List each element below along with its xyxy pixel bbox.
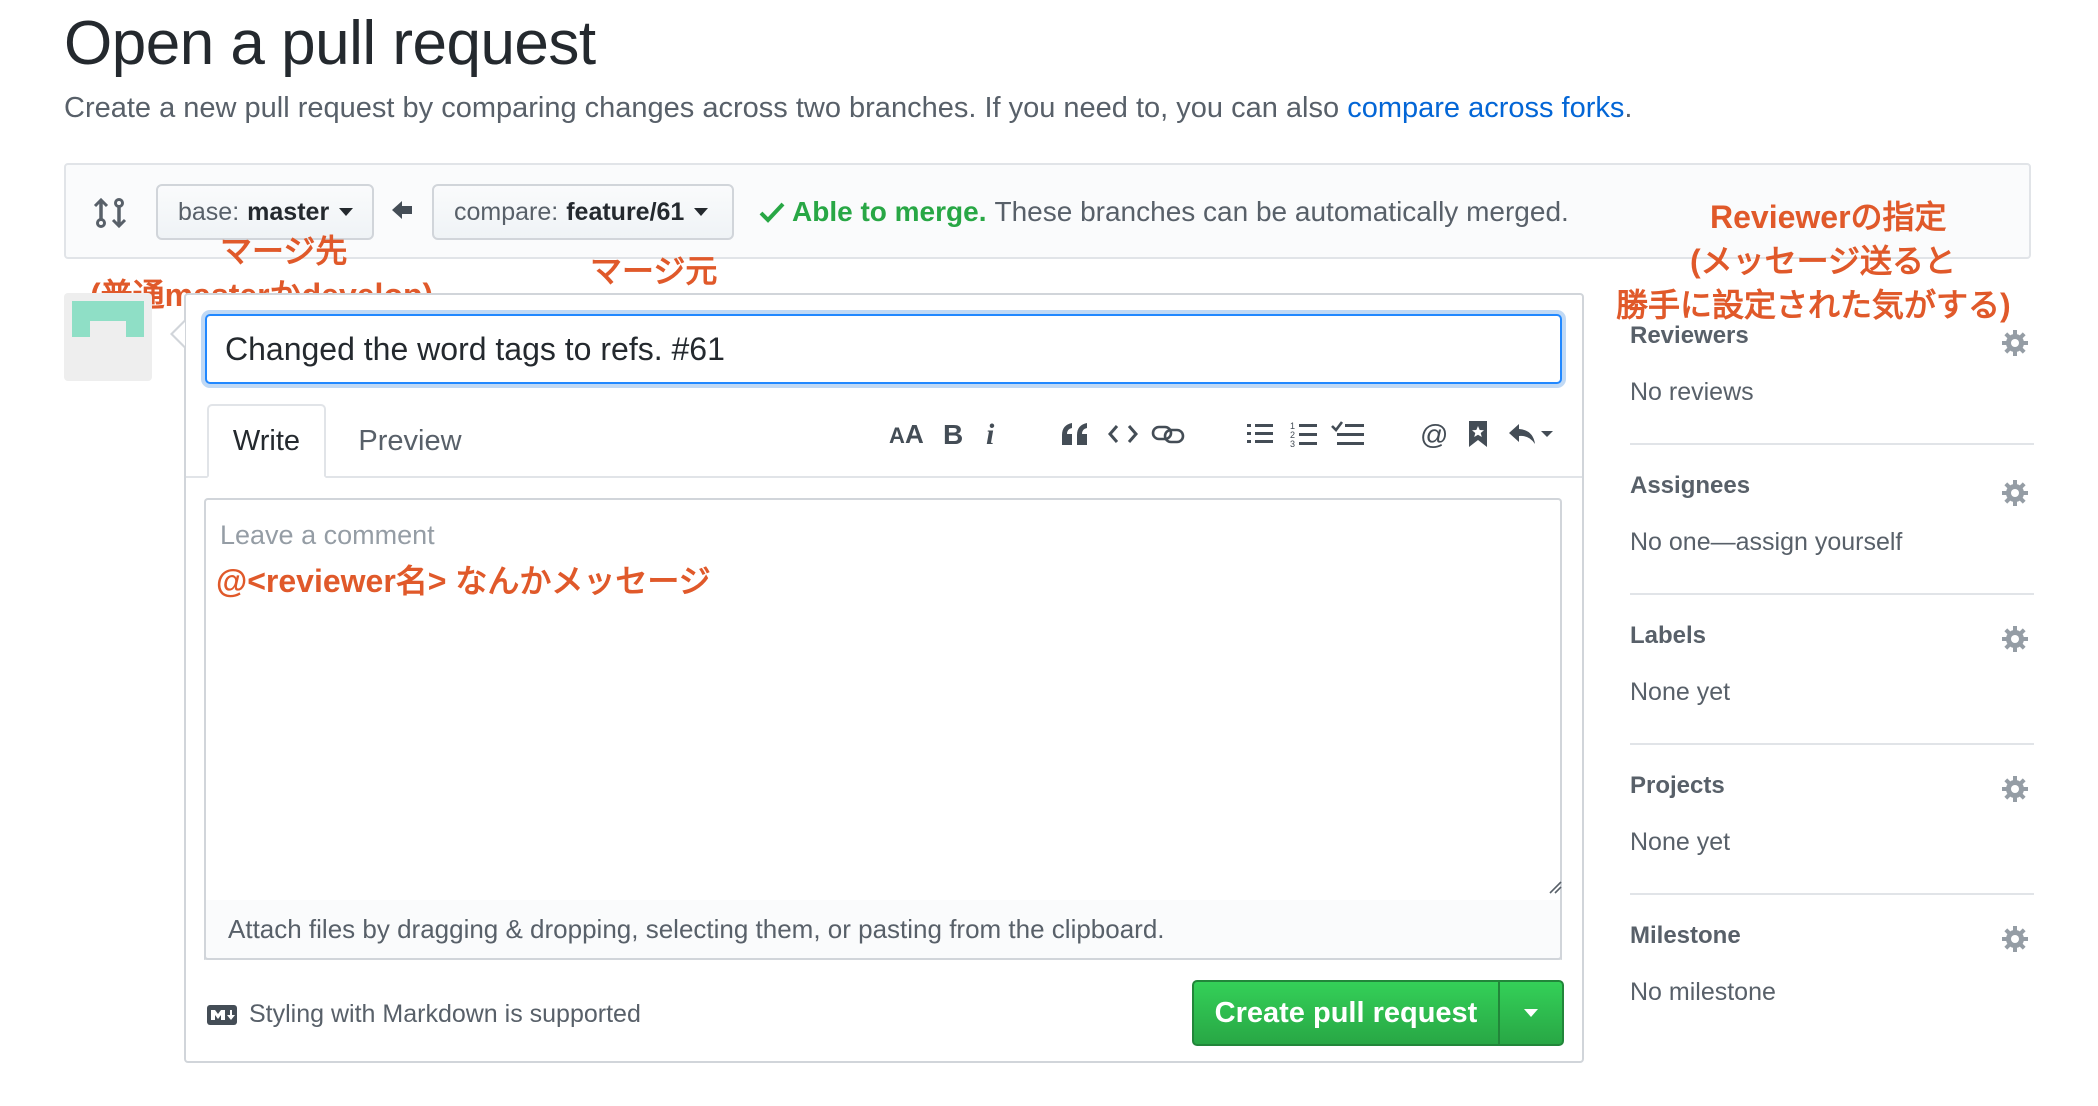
attach-files-bar[interactable]: Attach files by dragging & dropping, sel… xyxy=(204,900,1562,960)
projects-value: None yet xyxy=(1630,828,1731,856)
sidebar-assignees: Assignees No one—assign yourself xyxy=(1630,472,2034,557)
sidebar-divider xyxy=(1630,443,2034,445)
mention-icon[interactable]: @ xyxy=(1418,414,1452,454)
task-list-icon[interactable] xyxy=(1330,414,1366,454)
svg-text:3: 3 xyxy=(1290,439,1295,448)
sidebar-reviewers: Reviewers No reviews xyxy=(1630,322,2034,407)
header-icon[interactable]: AA xyxy=(888,414,928,454)
tab-preview[interactable]: Preview xyxy=(340,404,480,478)
compare-arrows-icon xyxy=(93,197,127,229)
annotation-base-1: マージ先 xyxy=(220,233,348,269)
arrow-left-icon xyxy=(392,201,412,219)
svg-text:A: A xyxy=(905,419,924,449)
resize-handle-icon[interactable] xyxy=(1548,880,1562,894)
reviewers-gear-icon[interactable] xyxy=(2000,328,2030,358)
chevron-down-icon xyxy=(339,208,354,216)
svg-text:i: i xyxy=(986,419,995,449)
create-options-dropdown[interactable] xyxy=(1500,982,1562,1044)
link-icon[interactable] xyxy=(1150,414,1186,454)
merge-ok-text: Able to merge. xyxy=(792,196,987,227)
subtitle-end: . xyxy=(1624,92,1633,124)
annotation-reviewer-3: 勝手に設定された気がする) xyxy=(1616,287,2011,323)
sidebar-milestone: Milestone No milestone xyxy=(1630,922,2034,1007)
labels-value: None yet xyxy=(1630,678,1731,706)
milestone-title[interactable]: Milestone xyxy=(1630,922,2034,950)
compare-across-forks-link[interactable]: compare across forks xyxy=(1347,92,1624,124)
base-label: base: xyxy=(178,197,240,226)
chevron-down-icon xyxy=(1524,1009,1538,1017)
annotation-comment: @<reviewer名> なんかメッセージ xyxy=(216,563,711,599)
annotation-reviewer-2: (メッセージ送ると xyxy=(1690,243,1957,279)
create-pull-request-label[interactable]: Create pull request xyxy=(1194,982,1500,1044)
reviewers-value: No reviews xyxy=(1630,378,1754,406)
sidebar-labels: Labels None yet xyxy=(1630,622,2034,707)
bold-icon[interactable]: B xyxy=(938,414,968,454)
reviewers-title[interactable]: Reviewers xyxy=(1630,322,2034,350)
milestone-gear-icon[interactable] xyxy=(2000,924,2030,954)
sidebar-divider xyxy=(1630,893,2034,895)
sidebar-projects: Projects None yet xyxy=(1630,772,2034,857)
annotation-compare: マージ元 xyxy=(590,253,718,289)
markdown-icon xyxy=(207,1004,237,1025)
create-pull-request-button[interactable]: Create pull request xyxy=(1192,980,1564,1046)
subtitle-text: Create a new pull request by comparing c… xyxy=(64,92,1348,124)
comment-placeholder: Leave a comment xyxy=(220,520,435,550)
assignees-value[interactable]: No one—assign yourself xyxy=(1630,528,2034,557)
check-icon xyxy=(759,202,785,223)
code-icon[interactable] xyxy=(1106,414,1140,454)
sidebar-divider xyxy=(1630,743,2034,745)
editor-pointer-inner xyxy=(173,322,185,346)
compare-value: feature/61 xyxy=(566,197,685,226)
markdown-note[interactable]: Styling with Markdown is supported xyxy=(207,1000,641,1029)
chevron-down-icon xyxy=(694,208,709,216)
assignees-title[interactable]: Assignees xyxy=(1630,472,2034,500)
labels-title[interactable]: Labels xyxy=(1630,622,2034,650)
sidebar-divider xyxy=(1630,593,2034,595)
merge-status: Able to merge. These branches can be aut… xyxy=(758,196,1569,228)
projects-title[interactable]: Projects xyxy=(1630,772,2034,800)
compare-branch-select[interactable]: compare: feature/61 xyxy=(432,184,734,240)
ordered-list-icon[interactable]: 123 xyxy=(1288,414,1320,454)
labels-gear-icon[interactable] xyxy=(2000,624,2030,654)
saved-reply-icon[interactable] xyxy=(1464,414,1492,454)
quote-icon[interactable] xyxy=(1058,414,1092,454)
projects-gear-icon[interactable] xyxy=(2000,774,2030,804)
svg-text:B: B xyxy=(943,419,963,449)
reply-icon[interactable] xyxy=(1506,414,1556,454)
assignees-gear-icon[interactable] xyxy=(2000,478,2030,508)
compare-label: compare: xyxy=(454,197,559,226)
identicon-icon xyxy=(72,301,144,337)
avatar[interactable] xyxy=(64,293,152,381)
svg-text:A: A xyxy=(889,423,905,448)
svg-text:@: @ xyxy=(1420,419,1448,449)
merge-detail-text: These branches can be automatically merg… xyxy=(994,196,1569,227)
pr-title-input[interactable]: Changed the word tags to refs. #61 xyxy=(205,314,1562,384)
unordered-list-icon[interactable] xyxy=(1244,414,1276,454)
page-subtitle: Create a new pull request by comparing c… xyxy=(64,92,1632,125)
base-value: master xyxy=(247,197,330,226)
italic-icon[interactable]: i xyxy=(980,414,1004,454)
markdown-note-text: Styling with Markdown is supported xyxy=(249,1000,641,1028)
page-title: Open a pull request xyxy=(64,9,596,78)
milestone-value: No milestone xyxy=(1630,978,1776,1006)
tab-write[interactable]: Write xyxy=(207,404,326,478)
annotation-reviewer-1: Reviewerの指定 xyxy=(1710,199,1947,235)
attach-files-text: Attach files by dragging & dropping, sel… xyxy=(228,913,1165,944)
